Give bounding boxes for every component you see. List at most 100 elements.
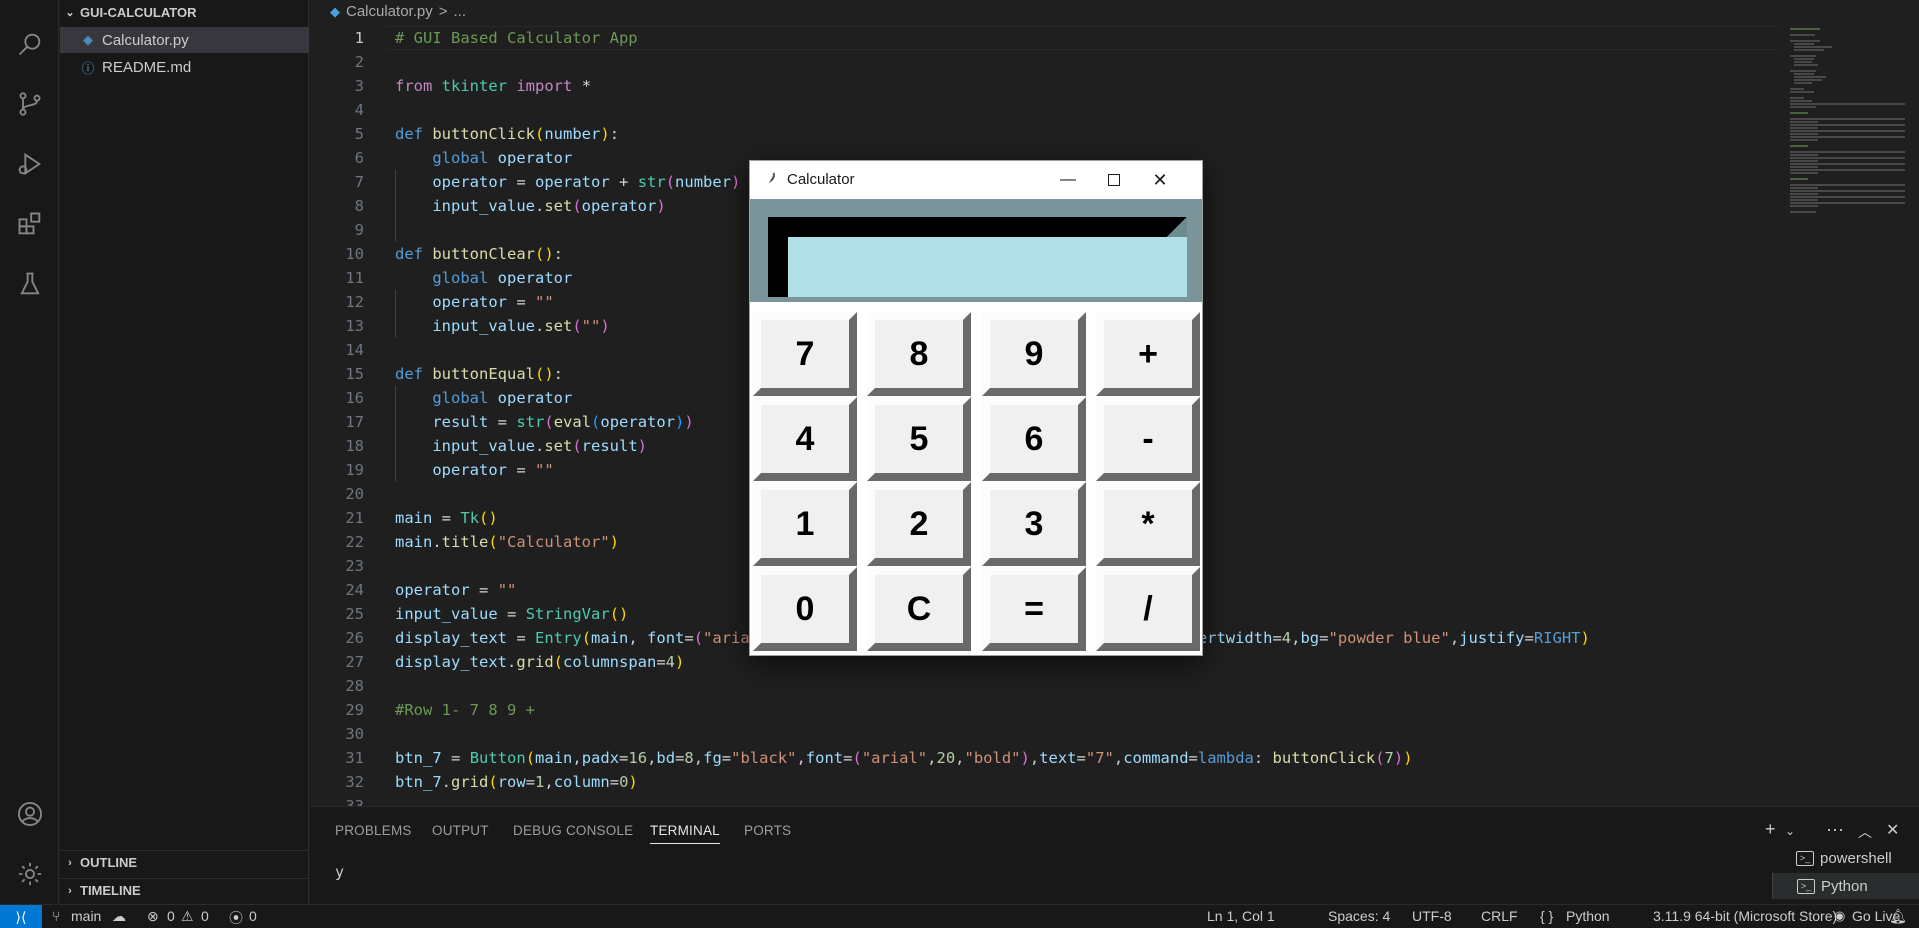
python-file-icon: ◆	[330, 3, 340, 19]
notifications-bell-icon[interactable]: 🔔︎	[1889, 908, 1907, 925]
code-line: 28	[345, 677, 364, 695]
ports-count[interactable]: 0	[249, 908, 257, 924]
python-interpreter[interactable]: 3.11.9 64-bit (Microsoft Store)	[1653, 908, 1837, 924]
code-line: 1 # GUI Based Calculator App	[354, 29, 638, 47]
indentation[interactable]: Spaces: 4	[1328, 908, 1390, 924]
breadcrumb-rest[interactable]: ...	[453, 3, 466, 20]
error-icon[interactable]: ⊗	[147, 908, 159, 925]
line-ending[interactable]: CRLF	[1481, 908, 1518, 924]
remote-indicator-icon[interactable]: ⟩⟨	[0, 905, 42, 928]
close-icon[interactable]: ✕	[1137, 161, 1183, 199]
git-branch[interactable]: main	[71, 908, 101, 924]
chevron-right-icon: ›	[68, 884, 72, 897]
manage-gear-icon[interactable]	[0, 850, 59, 898]
code-line: 29 #Row 1- 7 8 9 +	[345, 701, 535, 719]
file-item-calculator[interactable]: ◆ Calculator.py	[60, 27, 309, 53]
ports-icon[interactable]: ⦿	[229, 908, 243, 928]
code-line: 31 btn_7 = Button(main,padx=16,bd=8,fg="b…	[345, 749, 1413, 767]
key-8[interactable]: 8	[867, 312, 971, 396]
tab-terminal[interactable]: TERMINAL	[650, 823, 720, 844]
calculator-titlebar[interactable]: Calculator — ✕	[750, 161, 1202, 199]
outline-section[interactable]: › OUTLINE	[60, 850, 309, 874]
terminal-item-powershell[interactable]: >_ powershell	[1772, 845, 1919, 871]
sync-cloud-icon[interactable]: ☁	[112, 908, 126, 925]
key-5[interactable]: 5	[867, 397, 971, 481]
status-bar: ⟩⟨ ⑂ main ☁ ⊗ 0 ⚠ 0 ⦿ 0 Ln 1, Col 1 Spac…	[0, 904, 1919, 928]
activity-bar	[0, 0, 59, 904]
display-frame	[750, 199, 1202, 302]
source-control-icon[interactable]	[0, 80, 59, 128]
breadcrumb: ◆ Calculator.py > ...	[330, 3, 466, 20]
account-icon[interactable]	[0, 790, 59, 838]
terminal-output[interactable]: y	[335, 863, 344, 881]
run-debug-icon[interactable]	[0, 140, 59, 188]
calculator-title: Calculator	[787, 171, 855, 188]
broadcast-icon[interactable]: ◉	[1834, 908, 1845, 924]
tab-debug-console[interactable]: DEBUG CONSOLE	[513, 823, 633, 838]
key-4[interactable]: 4	[753, 397, 857, 481]
chevron-down-icon[interactable]: ⌄	[1785, 824, 1795, 838]
key-1[interactable]: 1	[753, 482, 857, 566]
breadcrumb-separator: >	[438, 3, 448, 20]
outline-label: OUTLINE	[80, 855, 138, 870]
branch-icon[interactable]: ⑂	[52, 908, 60, 924]
key-minus[interactable]: -	[1096, 397, 1200, 481]
language-mode[interactable]: Python	[1566, 908, 1610, 924]
calculator-display[interactable]	[768, 217, 1187, 297]
file-item-readme[interactable]: ⓘ README.md	[60, 54, 309, 80]
warning-icon[interactable]: ⚠	[181, 908, 194, 925]
new-terminal-plus-icon[interactable]: +	[1765, 819, 1776, 840]
error-count[interactable]: 0	[167, 908, 175, 924]
code-line: 3 from tkinter import *	[354, 77, 592, 95]
file-name: Calculator.py	[102, 31, 189, 49]
key-multiply[interactable]: *	[1096, 482, 1200, 566]
explorer-sidebar: ⌄ GUI-CALCULATOR ◆ Calculator.py ⓘ READM…	[60, 0, 309, 904]
terminal-icon: >_	[1797, 878, 1815, 894]
search-icon[interactable]	[0, 20, 59, 68]
maximize-panel-icon[interactable]: ︿	[1858, 822, 1872, 842]
tab-ports[interactable]: PORTS	[744, 823, 791, 838]
maximize-icon[interactable]	[1091, 161, 1137, 199]
extensions-icon[interactable]	[0, 200, 59, 248]
key-7[interactable]: 7	[753, 312, 857, 396]
braces-icon: { }	[1540, 908, 1554, 924]
terminal-item-python[interactable]: >_ Python	[1772, 873, 1919, 899]
testing-icon[interactable]	[0, 260, 59, 308]
key-clear[interactable]: C	[867, 567, 971, 651]
chevron-down-icon: ⌄	[65, 6, 75, 19]
calculator-window: Calculator — ✕ 7 8 9 + 4 5 6 - 1 2 3 * 0…	[749, 160, 1203, 656]
terminal-name: Python	[1821, 877, 1868, 895]
code-line: 30	[345, 725, 364, 743]
file-name: README.md	[102, 58, 192, 76]
code-line: 5 def buttonClick(number):	[354, 125, 620, 143]
terminal-icon: >_	[1796, 850, 1814, 866]
minimap[interactable]	[1780, 26, 1905, 806]
breadcrumb-bar: ◆ Calculator.py > ...	[310, 0, 1919, 26]
chevron-right-icon: ›	[68, 856, 72, 869]
key-0[interactable]: 0	[753, 567, 857, 651]
key-6[interactable]: 6	[982, 397, 1086, 481]
tk-feather-icon	[765, 172, 775, 188]
key-divide[interactable]: /	[1096, 567, 1200, 651]
tab-output[interactable]: OUTPUT	[432, 823, 489, 838]
encoding[interactable]: UTF-8	[1412, 908, 1452, 924]
info-icon: ⓘ	[81, 60, 95, 76]
key-9[interactable]: 9	[982, 312, 1086, 396]
key-2[interactable]: 2	[867, 482, 971, 566]
timeline-section[interactable]: › TIMELINE	[60, 878, 309, 902]
key-equals[interactable]: =	[982, 567, 1086, 651]
cursor-position[interactable]: Ln 1, Col 1	[1207, 908, 1275, 924]
more-actions-icon[interactable]: ···	[1826, 819, 1844, 840]
close-panel-icon[interactable]: ✕	[1886, 820, 1899, 840]
breadcrumb-file[interactable]: Calculator.py	[346, 3, 433, 20]
tab-problems[interactable]: PROBLEMS	[335, 823, 412, 838]
code-line: 4	[354, 101, 364, 119]
code-line: 2	[354, 53, 364, 71]
code-line: 32 btn_7.grid(row=1,column=0)	[345, 773, 638, 791]
project-folder-header[interactable]: ⌄ GUI-CALCULATOR	[60, 0, 309, 24]
minimize-icon[interactable]: —	[1045, 161, 1091, 199]
key-3[interactable]: 3	[982, 482, 1086, 566]
project-name: GUI-CALCULATOR	[80, 4, 197, 20]
warning-count[interactable]: 0	[201, 908, 209, 924]
key-plus[interactable]: +	[1096, 312, 1200, 396]
